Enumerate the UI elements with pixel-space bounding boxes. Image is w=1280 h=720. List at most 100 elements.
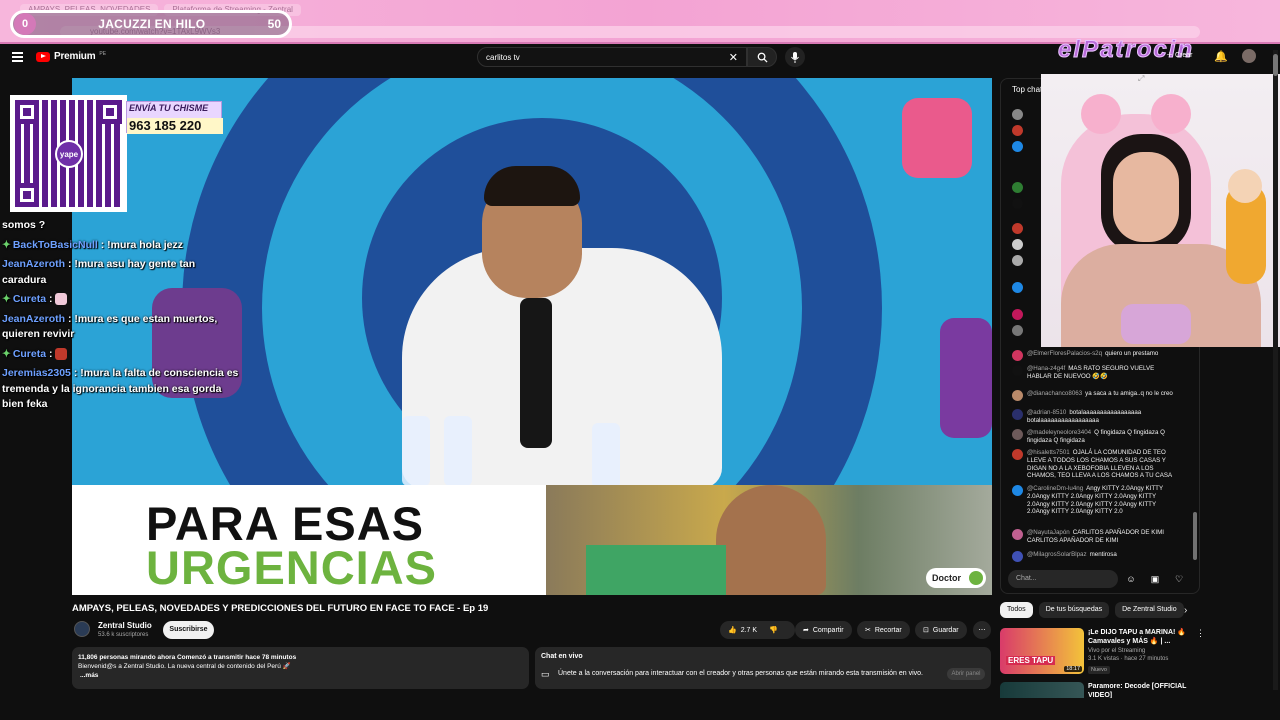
- chat-avatar: [1012, 198, 1023, 209]
- recommended-views: 3.1 K vistas · hace 27 minutos: [1088, 656, 1169, 662]
- search-input[interactable]: carlitos tv ✕: [477, 47, 747, 67]
- video-description[interactable]: 11,806 personas mirando ahora Comenzó a …: [72, 647, 529, 689]
- chat-avatar: [1012, 350, 1023, 361]
- chisme-phone: 963 185 220: [127, 118, 223, 134]
- description-text: Bienvenid@s a Zentral Studio. La nueva c…: [78, 663, 291, 670]
- water-bottle: [444, 416, 472, 486]
- recommended-channel[interactable]: Vivo por el Streaming: [1088, 648, 1145, 654]
- chip-all[interactable]: Todos: [1000, 602, 1033, 618]
- chat-message: @ElmerFloresPalacios-s2q quiero un presta…: [1012, 350, 1180, 361]
- channel-avatar[interactable]: [74, 621, 90, 637]
- page-scrollbar[interactable]: [1273, 50, 1278, 690]
- chip-from-channel[interactable]: De Zentral Studio: [1115, 602, 1184, 618]
- open-panel-button[interactable]: Abrir panel: [947, 668, 985, 680]
- qr-corner: [98, 100, 122, 124]
- notifications-bell-icon[interactable]: 🔔: [1214, 50, 1228, 63]
- ad-brand-badge[interactable]: Doctor: [926, 568, 986, 588]
- microphone-icon: [791, 51, 799, 63]
- chat-avatar: [1012, 255, 1023, 266]
- chat-message: @dianachanco8063 ya saca a tu amiga..q no…: [1012, 390, 1180, 401]
- chat-avatar: [1012, 141, 1023, 152]
- microphone: [520, 298, 552, 448]
- streamer-face: [1113, 152, 1179, 242]
- like-count: 2.7 K: [740, 626, 758, 634]
- video-thumbnail[interactable]: ERES TAPU 18:17: [1000, 628, 1084, 674]
- recommended-video[interactable]: ERES TAPU 18:17 ¡Le DIJO TAPU a MARINA! …: [1000, 628, 1205, 678]
- more-actions-icon[interactable]: ⋯: [973, 621, 991, 639]
- stream-goal-bar: 0 JACUZZI EN HILO 50: [10, 10, 292, 38]
- video-duration: 18:17: [1064, 666, 1082, 672]
- related-chips: Todos De tus búsquedas De Zentral Studio: [1000, 602, 1184, 618]
- chat-scrollbar[interactable]: [1193, 512, 1197, 560]
- show-more-link[interactable]: ...más: [78, 671, 523, 680]
- chat-message: @hisaletts7501 OJALÁ LA COMUNIDAD DE TEO …: [1012, 449, 1180, 480]
- chisme-overlay: ENVÍA TU CHISME 963 185 220: [126, 101, 223, 134]
- more-options-icon[interactable]: ⋮: [1196, 628, 1205, 639]
- search-value: carlitos tv: [486, 52, 520, 62]
- viewer-stats: 11,806 personas mirando ahora Comenzó a …: [78, 654, 297, 661]
- gift-icon[interactable]: ▣: [1149, 573, 1161, 585]
- account-avatar[interactable]: [1242, 49, 1256, 63]
- brand-label: Premium: [54, 51, 96, 62]
- video-title: AMPAYS, PELEAS, NOVEDADES Y PREDICCIONES…: [72, 603, 489, 614]
- chat-avatar: [1012, 109, 1023, 120]
- chat-header[interactable]: Top chat: [1012, 85, 1042, 94]
- aang-figure-head: [1228, 169, 1262, 203]
- thumbs-down-icon[interactable]: 👎: [769, 626, 778, 634]
- scrollbar-thumb[interactable]: [1273, 54, 1278, 76]
- save-button[interactable]: ⊡ Guardar: [915, 621, 967, 639]
- ad-brand-logo-icon: [969, 571, 983, 585]
- gem-icon: ✦: [2, 347, 11, 360]
- live-chat-title: Chat en vivo: [541, 653, 583, 660]
- water-bottle: [402, 416, 430, 486]
- qr-corner: [15, 183, 39, 207]
- gem-icon: ✦: [2, 293, 11, 305]
- chevron-right-icon[interactable]: ›: [1184, 605, 1187, 616]
- share-icon: ➦: [803, 627, 809, 634]
- search-button[interactable]: [747, 47, 777, 67]
- goal-target: 50: [267, 17, 281, 31]
- chat-message: @CarolineDm-lu4ng Angy KITTY 2.0Angy KITT…: [1012, 485, 1180, 516]
- video-thumbnail[interactable]: [1000, 682, 1084, 698]
- share-button[interactable]: ➦ Compartir: [795, 621, 852, 639]
- delivery-person: [716, 485, 826, 595]
- chat-avatar: [1012, 429, 1023, 440]
- create-button[interactable]: ＋ Crear: [1166, 50, 1192, 60]
- channel-name[interactable]: Zentral Studio: [98, 621, 152, 630]
- stream-chat-line: Jeremias2305 : !mura la falta de conscie…: [2, 367, 239, 410]
- recommended-title[interactable]: ¡Le DIJO TAPU a MARINA! 🔥 Camavales y MÁ…: [1088, 628, 1192, 646]
- stream-chat-line: somos ?: [2, 219, 46, 231]
- chat-avatar: [1012, 390, 1023, 401]
- thumbs-up-icon[interactable]: 👍: [728, 626, 737, 634]
- chat-avatar: [1012, 125, 1023, 136]
- qr-pattern: yape: [15, 100, 122, 207]
- webcam-overlay: ⤢: [1041, 74, 1280, 347]
- subscribe-button[interactable]: Suscribirse: [163, 621, 214, 639]
- gem-icon: ✦: [2, 238, 11, 251]
- yape-logo: yape: [55, 140, 83, 168]
- hamburger-menu-icon[interactable]: [12, 52, 23, 62]
- stream-chat-overlay: somos ? ✦ BackToBasicNull : !mura hola je…: [2, 218, 242, 417]
- recommended-video[interactable]: Paramore: Decode [OFFICIAL VIDEO] ⋮: [1000, 682, 1200, 698]
- chat-avatar: [1012, 182, 1023, 193]
- chat-input[interactable]: Chat...: [1008, 570, 1118, 588]
- like-dislike-button[interactable]: 👍 2.7 K 👎: [720, 621, 795, 639]
- delivery-box: [586, 545, 726, 595]
- stream-chat-line: JeanAzeroth : !mura asu hay gente tan ca…: [2, 258, 196, 286]
- heart-icon[interactable]: ♡: [1173, 573, 1185, 585]
- clear-search-icon[interactable]: ✕: [729, 51, 738, 64]
- chat-avatar: [1012, 282, 1023, 293]
- clip-button[interactable]: ✂ Recortar: [857, 621, 910, 639]
- qr-corner: [15, 100, 39, 124]
- youtube-premium-logo[interactable]: Premium PE: [36, 51, 106, 62]
- more-options-icon[interactable]: ⋮: [1196, 682, 1200, 693]
- emoji-icon[interactable]: ☺: [1125, 573, 1137, 585]
- stream-chat-line: JeanAzeroth : !mura es que estan muertos…: [2, 312, 218, 341]
- chat-avatar-column: [1012, 107, 1042, 347]
- live-chat-description: Únete a la conversación para interactuar…: [558, 670, 923, 677]
- recommended-title[interactable]: Paramore: Decode [OFFICIAL VIDEO]: [1088, 682, 1192, 698]
- chat-avatar: [1012, 449, 1023, 460]
- voice-search-button[interactable]: [785, 47, 805, 67]
- yape-qr-code: yape: [10, 95, 127, 212]
- chip-from-searches[interactable]: De tus búsquedas: [1038, 602, 1110, 618]
